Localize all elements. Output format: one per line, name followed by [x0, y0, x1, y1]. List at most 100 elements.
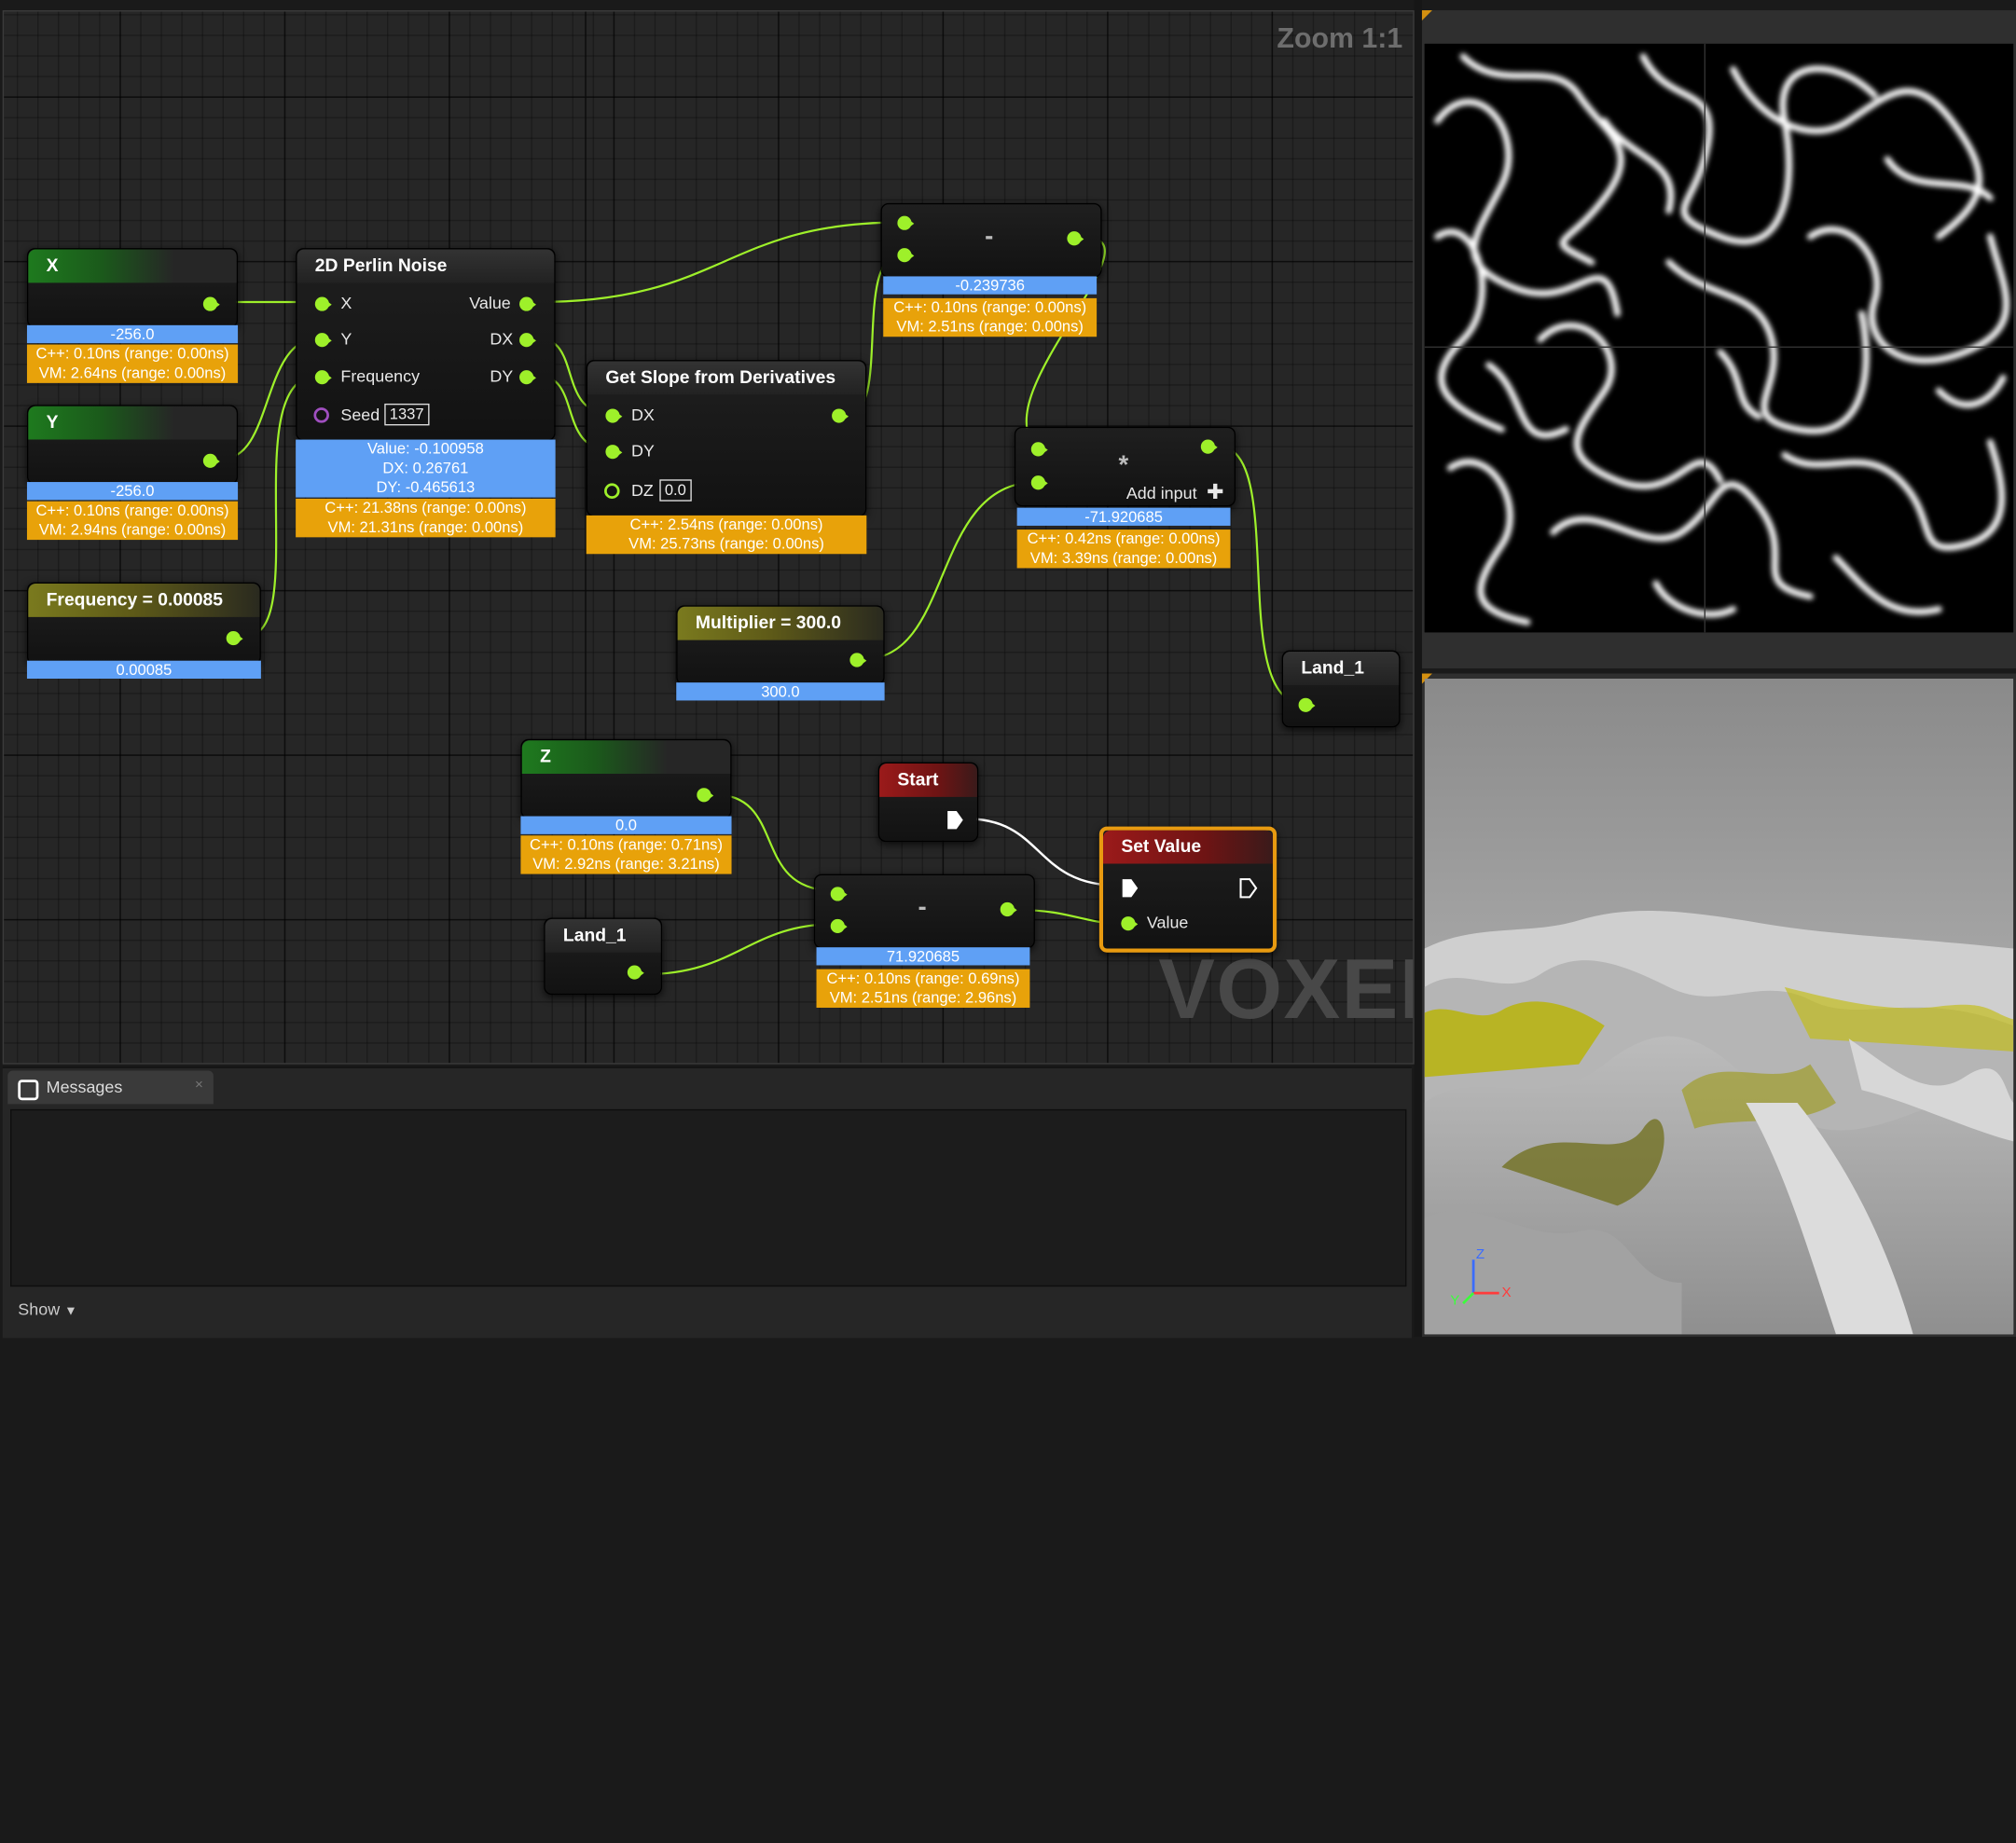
viewport-3d[interactable]	[1424, 679, 2014, 1335]
output-pin[interactable]	[832, 408, 849, 423]
noise-preview-image[interactable]	[1424, 43, 2014, 633]
node-title: Set Value	[1103, 830, 1274, 864]
pin-label: DZ	[630, 480, 654, 501]
panel-corner-icon	[1421, 10, 1432, 21]
add-input-button[interactable]: Add input ✚	[1126, 479, 1224, 505]
output-pin[interactable]	[627, 965, 644, 980]
output-pin[interactable]	[202, 453, 220, 468]
node-title: Get Slope from Derivatives	[587, 361, 865, 395]
output-pin[interactable]	[1000, 901, 1017, 917]
output-pin[interactable]	[1200, 439, 1218, 454]
messages-log[interactable]	[10, 1108, 1407, 1287]
show-dropdown[interactable]: Show ▼	[18, 1300, 77, 1319]
exec-out-icon[interactable]	[1239, 878, 1258, 899]
vm-timing: VM: 2.92ns (range: 3.21ns)	[532, 854, 720, 873]
result-dx: DX: 0.26761	[382, 459, 469, 477]
node-y-timing: C++: 0.10ns (range: 0.00ns) VM: 2.94ns (…	[26, 501, 239, 541]
output-pin-dx[interactable]	[519, 333, 536, 348]
vm-timing: VM: 21.31ns (range: 0.00ns)	[327, 517, 524, 536]
pin-label: DX	[490, 328, 514, 349]
vm-timing: VM: 25.73ns (range: 0.00ns)	[628, 534, 824, 553]
output-pin[interactable]	[697, 788, 714, 803]
node-y[interactable]: Y	[26, 405, 239, 485]
wire-mult-to-mul	[863, 480, 1038, 661]
node-perlin-noise[interactable]: 2D Perlin Noise X Y Frequency Seed 1337 …	[296, 248, 556, 441]
node-perlin-result: Value: -0.100958 DX: 0.26761 DY: -0.4656…	[296, 439, 556, 498]
input-pin-frequency[interactable]	[314, 370, 332, 385]
input-pin-a[interactable]	[1030, 442, 1048, 457]
node-land-output[interactable]: Land_1	[1281, 650, 1401, 728]
operator-symbol: -	[985, 222, 994, 251]
axis-gizmo: Z X Y	[1448, 1246, 1526, 1311]
tab-label: Messages	[46, 1077, 123, 1097]
vm-timing: VM: 3.39ns (range: 0.00ns)	[1029, 548, 1218, 568]
exec-out-icon[interactable]	[946, 810, 964, 831]
pin-label: Seed	[340, 405, 380, 425]
output-pin[interactable]	[226, 630, 243, 646]
input-pin-seed[interactable]	[313, 407, 329, 423]
input-pin-dz[interactable]	[604, 483, 620, 499]
input-pin-x[interactable]	[314, 296, 332, 311]
seed-input[interactable]: 1337	[384, 403, 430, 426]
panel-splitter[interactable]	[1414, 0, 1422, 1337]
node-set-value[interactable]: Set Value Value	[1098, 826, 1277, 953]
node-subtract-bottom[interactable]: -	[813, 873, 1035, 949]
plus-icon: ✚	[1207, 482, 1224, 504]
input-pin-dy[interactable]	[605, 445, 623, 460]
input-pin-value[interactable]	[1121, 916, 1139, 931]
cpp-timing: C++: 2.54ns (range: 0.00ns)	[629, 515, 823, 534]
node-multiply-timing: C++: 0.42ns (range: 0.00ns) VM: 3.39ns (…	[1016, 530, 1231, 569]
node-x[interactable]: X	[26, 248, 239, 328]
node-subtract-top[interactable]: -	[880, 202, 1102, 278]
node-title: 2D Perlin Noise	[297, 249, 555, 283]
node-multiply-value: -71.920685	[1016, 507, 1231, 526]
node-get-slope[interactable]: Get Slope from Derivatives DX DY DZ 0.0	[586, 360, 867, 517]
result-value: Value: -0.100958	[366, 439, 484, 458]
cpp-timing: C++: 0.10ns (range: 0.00ns)	[35, 501, 229, 520]
cpp-timing: C++: 0.10ns (range: 0.71ns)	[530, 835, 723, 854]
vm-timing: VM: 2.94ns (range: 0.00ns)	[38, 520, 227, 539]
node-frequency-value: 0.00085	[26, 660, 261, 680]
input-pin-b[interactable]	[830, 918, 848, 934]
node-title: Land_1	[1283, 652, 1400, 685]
wire-land-to-sub	[643, 923, 835, 976]
node-land-input[interactable]: Land_1	[544, 917, 663, 996]
pin-label: DY	[630, 440, 655, 461]
node-frequency[interactable]: Frequency = 0.00085	[26, 582, 261, 665]
output-pin-value[interactable]	[519, 296, 536, 311]
node-z-timing: C++: 0.10ns (range: 0.71ns) VM: 2.92ns (…	[520, 835, 732, 874]
input-pin-dx[interactable]	[605, 408, 623, 423]
pin-label: X	[340, 293, 352, 313]
node-z[interactable]: Z	[520, 738, 732, 819]
messages-icon	[18, 1080, 39, 1101]
input-pin-a[interactable]	[897, 215, 915, 230]
node-title: Start	[879, 763, 977, 797]
pin-label: DY	[490, 365, 514, 386]
node-title: Z	[521, 740, 731, 775]
axis-x-label: X	[1501, 1285, 1512, 1301]
noise-preview-panel	[1421, 10, 2016, 668]
input-pin[interactable]	[1298, 697, 1316, 712]
result-dy: DY: -0.465613	[376, 477, 476, 497]
output-pin[interactable]	[849, 653, 867, 667]
input-pin-a[interactable]	[830, 887, 848, 901]
input-pin-b[interactable]	[897, 248, 915, 263]
graph-editor[interactable]: Zoom 1:1 VOXEL X	[2, 10, 1415, 1065]
input-pin-b[interactable]	[1030, 475, 1048, 490]
node-start[interactable]: Start	[877, 762, 979, 843]
exec-in-icon[interactable]	[1121, 878, 1139, 899]
node-title: Land_1	[545, 918, 661, 953]
output-pin-dy[interactable]	[519, 370, 536, 385]
output-pin[interactable]	[202, 296, 220, 311]
node-title: X	[28, 249, 237, 283]
input-pin-y[interactable]	[314, 333, 332, 348]
node-multiply[interactable]: * Add input ✚	[1014, 426, 1236, 507]
close-icon[interactable]: ×	[195, 1077, 203, 1093]
node-multiplier[interactable]: Multiplier = 300.0	[676, 605, 885, 685]
tab-messages[interactable]: Messages ×	[7, 1070, 214, 1105]
vm-timing: VM: 2.64ns (range: 0.00ns)	[38, 364, 227, 382]
dz-input[interactable]: 0.0	[659, 479, 692, 502]
node-title: Frequency = 0.00085	[28, 583, 260, 617]
output-pin[interactable]	[1067, 231, 1084, 246]
node-multiplier-value: 300.0	[676, 682, 885, 701]
